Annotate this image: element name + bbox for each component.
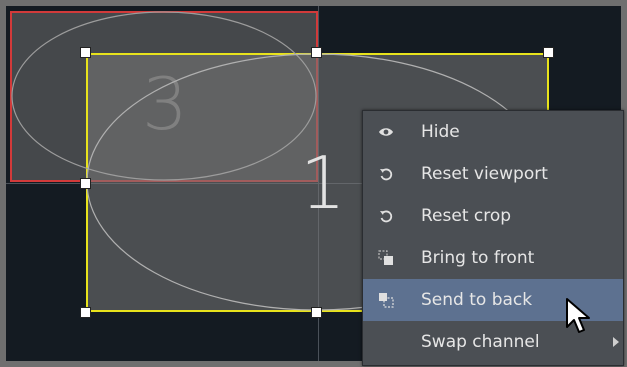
reset-icon xyxy=(377,207,395,225)
menu-item-label: Reset viewport xyxy=(421,164,548,184)
resize-handle-top-center[interactable] xyxy=(311,47,322,58)
submenu-arrow-icon xyxy=(613,337,619,347)
menu-item-reset-viewport[interactable]: Reset viewport xyxy=(363,153,623,195)
resize-handle-bottom-center[interactable] xyxy=(311,307,322,318)
menu-item-label: Hide xyxy=(421,122,460,142)
resize-handle-bottom-left[interactable] xyxy=(80,307,91,318)
menu-item-reset-crop[interactable]: Reset crop xyxy=(363,195,623,237)
menu-item-label: Send to back xyxy=(421,290,533,310)
bring-to-front-icon xyxy=(377,249,395,267)
mouse-cursor-icon xyxy=(566,298,590,333)
menu-item-label: Swap channel xyxy=(421,332,540,352)
resize-handle-top-right[interactable] xyxy=(543,47,554,58)
send-to-back-icon xyxy=(377,291,395,309)
eye-icon xyxy=(377,123,395,141)
reset-icon xyxy=(377,165,395,183)
menu-item-label: Bring to front xyxy=(421,248,535,268)
menu-item-label: Reset crop xyxy=(421,206,512,226)
resize-handle-top-left[interactable] xyxy=(80,47,91,58)
menu-item-hide[interactable]: Hide xyxy=(363,111,623,153)
menu-item-bring-to-front[interactable]: Bring to front xyxy=(363,237,623,279)
resize-handle-middle-left[interactable] xyxy=(80,178,91,189)
